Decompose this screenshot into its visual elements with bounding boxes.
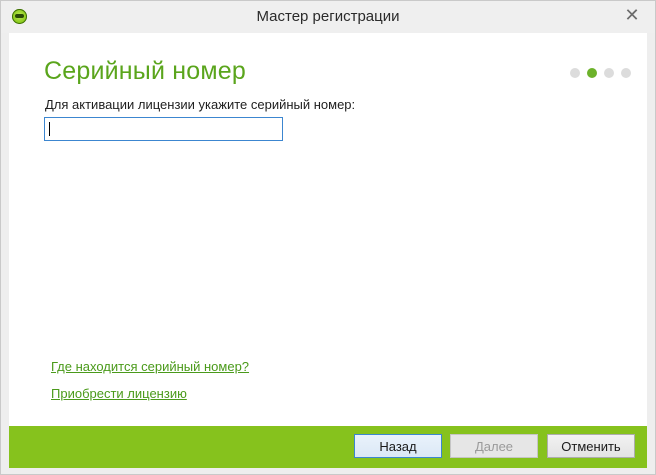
serial-number-input[interactable] [44,117,283,141]
step-dot-3 [604,68,614,78]
button-bar: Назад Далее Отменить [9,426,647,468]
cancel-button[interactable]: Отменить [547,434,635,458]
text-caret [49,122,50,136]
close-icon: ✕ [624,4,640,25]
step-dot-2-current [587,68,597,78]
next-button[interactable]: Далее [450,434,538,458]
close-button[interactable]: ✕ [617,3,647,27]
step-indicator [570,68,631,78]
where-serial-link[interactable]: Где находится серийный номер? [51,359,249,374]
step-dot-1 [570,68,580,78]
page-title: Серийный номер [44,57,246,85]
step-dot-4 [621,68,631,78]
window-title: Мастер регистрации [256,8,400,25]
back-button[interactable]: Назад [354,434,442,458]
serial-prompt-label: Для активации лицензии укажите серийный … [45,97,356,112]
buy-license-link[interactable]: Приобрести лицензию [51,386,187,401]
title-bar[interactable]: Мастер регистрации ✕ [1,1,655,33]
registration-wizard-window: Мастер регистрации ✕ Серийный номер Для … [0,0,656,475]
wizard-content: Серийный номер Для активации лицензии ук… [9,33,647,426]
